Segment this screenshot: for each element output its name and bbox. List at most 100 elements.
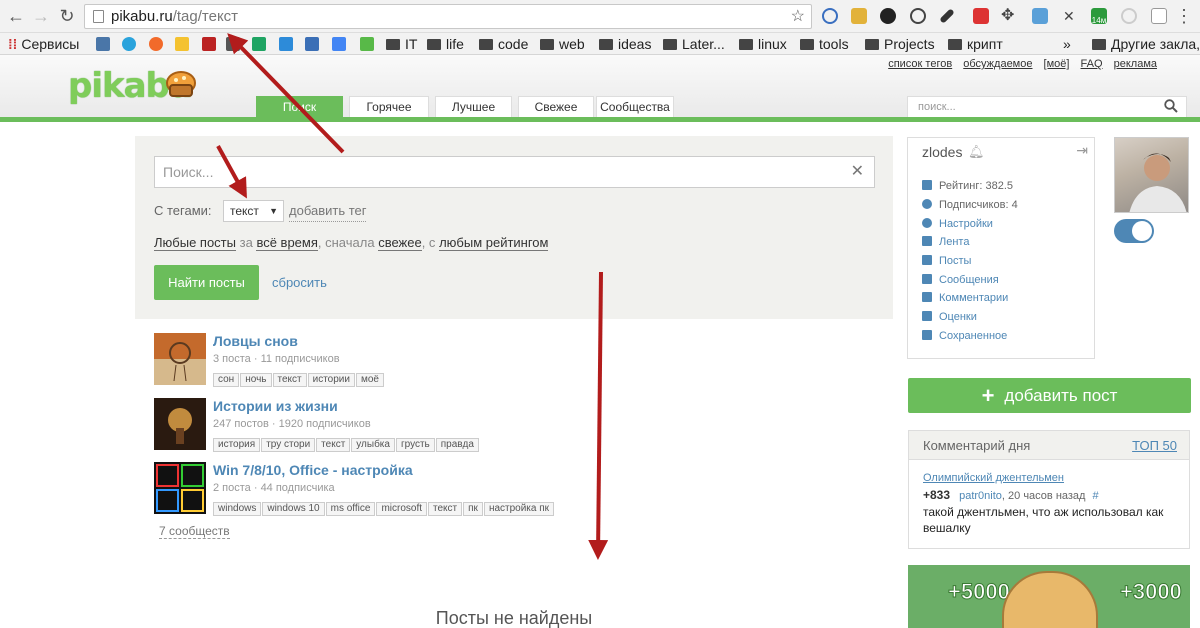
tag-chip[interactable]: улыбка [351, 438, 395, 452]
reload-icon[interactable]: ↻ [57, 6, 77, 26]
find-posts-button[interactable]: Найти посты [154, 265, 259, 300]
logout-icon[interactable]: ⇥ [1076, 142, 1088, 159]
add-post-button[interactable]: + добавить пост [908, 378, 1191, 413]
mine-link[interactable]: [моё] [1044, 58, 1070, 70]
faq-link[interactable]: FAQ [1081, 58, 1103, 70]
menu-icon[interactable]: ⋮ [1174, 6, 1194, 26]
search-icon[interactable] [1164, 99, 1178, 113]
forward-icon[interactable]: → [31, 6, 51, 26]
bookmark-folder[interactable]: ideas [599, 35, 651, 53]
menu-ratings[interactable]: Оценки [922, 309, 977, 325]
site-search-input[interactable]: поиск... [907, 96, 1187, 118]
promo-banner[interactable]: +5000 +3000 [908, 565, 1190, 628]
bookmark-apps[interactable]: ⁞⁞ Сервисы [8, 35, 79, 53]
extension-icon[interactable] [1151, 8, 1167, 24]
extension-badge[interactable]: 14м [1091, 8, 1107, 25]
bookmark-folder-other[interactable]: Другие закла, [1092, 35, 1200, 53]
bookmark-icon[interactable] [360, 37, 374, 51]
tag-chip[interactable]: настройка пк [483, 502, 555, 516]
comment-post-link[interactable]: Олимпийский джентельмен [923, 472, 1064, 484]
extension-icon[interactable] [973, 8, 989, 24]
tag-chip[interactable]: текст [316, 438, 351, 452]
tab-communities[interactable]: Сообщества [596, 96, 674, 117]
comment-permalink[interactable]: # [1093, 490, 1099, 502]
translate-icon[interactable] [332, 37, 346, 51]
community-title[interactable]: Ловцы снов [213, 333, 298, 349]
bookmark-folder[interactable]: web [540, 35, 585, 53]
bookmark-star-icon[interactable]: ☆ [791, 5, 805, 28]
community-avatar[interactable] [154, 333, 206, 385]
tag-select[interactable]: текст ▼ [223, 200, 284, 222]
tag-chip[interactable]: история [213, 438, 261, 452]
username[interactable]: zlodes [922, 144, 962, 160]
filter-period[interactable]: всё время [256, 235, 318, 251]
tab-hot[interactable]: Горячее [349, 96, 429, 117]
extension-icon[interactable] [939, 8, 955, 24]
menu-saved[interactable]: Сохраненное [922, 328, 1007, 344]
bookmark-folder[interactable]: Projects [865, 35, 935, 53]
bookmark-icon[interactable] [226, 37, 240, 51]
extension-icon[interactable] [1121, 8, 1137, 24]
menu-feed[interactable]: Лента [922, 234, 969, 250]
filter-rating[interactable]: любым рейтингом [439, 235, 549, 251]
mute-icon[interactable]: ✕ [1063, 8, 1079, 24]
bookmark-icon[interactable] [279, 37, 293, 51]
bookmark-folder[interactable]: code [479, 35, 528, 53]
extension-icon[interactable] [851, 8, 867, 24]
tag-chip[interactable]: текст [272, 373, 307, 387]
bell-icon[interactable]: 🔔︎ [968, 144, 985, 160]
community-title[interactable]: Win 7/8/10, Office - настройка [213, 462, 413, 478]
tag-chip[interactable]: истории [307, 373, 355, 387]
extension-icon[interactable] [880, 8, 896, 24]
extension-icon[interactable]: ✥ [1001, 8, 1017, 24]
top50-link[interactable]: ТОП 50 [1132, 438, 1177, 453]
community-avatar[interactable] [154, 398, 206, 450]
tag-chip[interactable]: windows [213, 502, 262, 516]
tag-chip[interactable]: тру стори [261, 438, 316, 452]
address-bar[interactable]: pikabu.ru/tag/текст ☆ [84, 4, 812, 29]
community-avatar[interactable] [154, 462, 206, 514]
discussed-link[interactable]: обсуждаемое [963, 58, 1032, 70]
bookmark-folder[interactable]: IT [386, 35, 417, 53]
comment-author[interactable]: patr0nito [959, 490, 1002, 502]
bookmark-folder[interactable]: Later... [663, 35, 725, 53]
bookmark-folder[interactable]: linux [739, 35, 787, 53]
tag-chip[interactable]: ночь [240, 373, 272, 387]
clear-icon[interactable]: ✕ [851, 157, 864, 187]
bookmark-folder[interactable]: крипт [948, 35, 1003, 53]
reset-link[interactable]: сбросить [272, 265, 327, 300]
vk-icon[interactable] [96, 37, 110, 51]
menu-settings[interactable]: Настройки [922, 216, 993, 232]
communities-count-link[interactable]: 7 сообществ [159, 524, 230, 539]
drive-icon[interactable] [252, 37, 266, 51]
bookmark-folder[interactable]: life [427, 35, 464, 53]
community-title[interactable]: Истории из жизни [213, 398, 338, 414]
tag-chip[interactable]: сон [213, 373, 240, 387]
bookmark-folder[interactable]: tools [800, 35, 849, 53]
filter-sort[interactable]: свежее [378, 235, 422, 251]
extension-icon[interactable] [822, 8, 838, 24]
bookmark-icon[interactable] [149, 37, 163, 51]
telegram-icon[interactable] [122, 37, 136, 51]
back-icon[interactable]: ← [6, 6, 26, 26]
calendar-icon[interactable] [305, 37, 319, 51]
filter-post-type[interactable]: Любые посты [154, 235, 236, 251]
menu-comments[interactable]: Комментарии [922, 290, 1008, 306]
tag-chip[interactable]: правда [435, 438, 479, 452]
tag-chip[interactable]: windows 10 [262, 502, 325, 516]
bookmark-icon[interactable] [202, 37, 216, 51]
ads-link[interactable]: реклама [1114, 58, 1157, 70]
tab-search[interactable]: Поиск [256, 96, 343, 117]
bookmarks-more[interactable]: » [1063, 35, 1071, 53]
theme-toggle[interactable] [1114, 219, 1154, 243]
tag-search-input[interactable]: Поиск... ✕ [154, 156, 875, 188]
extension-icon[interactable] [910, 8, 926, 24]
tag-chip[interactable]: моё [355, 373, 384, 387]
tab-fresh[interactable]: Свежее [518, 96, 594, 117]
tag-chip[interactable]: microsoft [376, 502, 428, 516]
tag-chip[interactable]: ms office [325, 502, 376, 516]
extension-icon[interactable] [1032, 8, 1048, 24]
bookmark-icon[interactable] [175, 37, 189, 51]
menu-posts[interactable]: Посты [922, 253, 971, 269]
tag-chip[interactable]: текст [428, 502, 463, 516]
